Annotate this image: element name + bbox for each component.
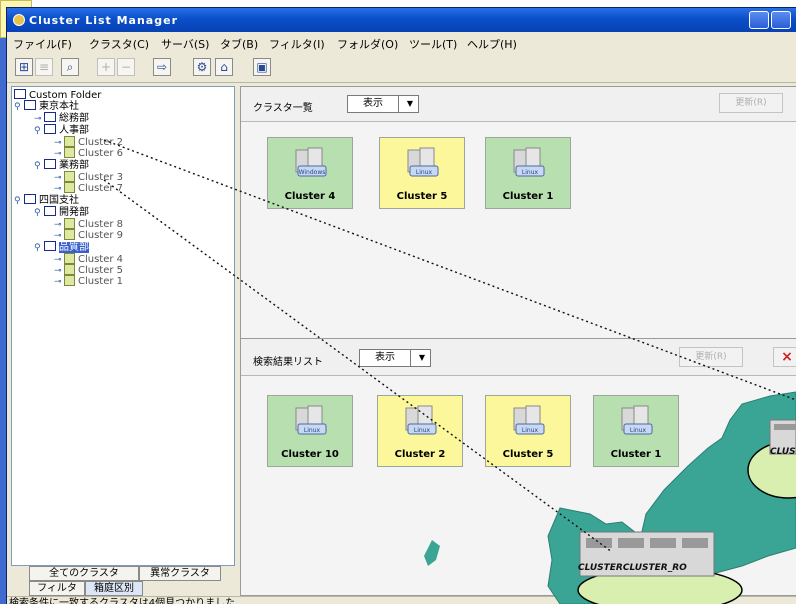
expand-icon: ⊸ (54, 277, 62, 287)
expand-icon: ⚲ (14, 196, 21, 206)
os-label: Linux (630, 427, 647, 434)
menu-tool[interactable]: ツール(T) (409, 36, 457, 52)
cluster-list-pane: クラスタ一覧 表示 ▼ 更新(R) Windows Cluster 4 Linu… (240, 86, 796, 340)
minimize-button[interactable] (749, 11, 769, 29)
export-icon[interactable]: ⇨ (153, 58, 171, 76)
app-icon (13, 14, 25, 26)
os-label: Linux (416, 169, 433, 176)
folder-icon (24, 100, 36, 110)
server-icon: Linux (405, 405, 437, 435)
connect-icon[interactable]: ⚙ (193, 58, 211, 76)
menu-server[interactable]: サーバ(S) (161, 36, 209, 52)
toolbar: ⊞ ≡ ⌕ + − ⇨ ⚙ ⌂ ▣ (7, 54, 796, 83)
cluster-icon (64, 264, 75, 275)
server-icon: Linux (621, 405, 653, 435)
folder-icon (44, 112, 56, 122)
cluster-icon (64, 182, 75, 193)
folder-icon (44, 159, 56, 169)
tab-filter[interactable]: フィルタ (29, 581, 85, 596)
tab-all-clusters[interactable]: 全てのクラスタ (29, 566, 139, 581)
server-icon: Windows (295, 147, 327, 177)
search-results-title: 検索結果リスト (253, 357, 323, 368)
chevron-down-icon: ▼ (418, 353, 426, 362)
add-node-icon[interactable]: + (97, 58, 115, 76)
cluster-list-display-dropdown[interactable]: 表示 ▼ (347, 95, 419, 113)
cluster-card-4[interactable]: Windows Cluster 4 (267, 137, 353, 209)
search-card-cluster-10[interactable]: Linux Cluster 10 (267, 395, 353, 467)
search-results-display-dropdown[interactable]: 表示 ▼ (359, 349, 431, 367)
cluster-icon (64, 147, 75, 158)
server-icon: Linux (407, 147, 439, 177)
menu-cluster[interactable]: クラスタ(C) (89, 36, 149, 52)
home-icon[interactable]: ⌂ (215, 58, 233, 76)
cluster-card-name: Cluster 1 (610, 449, 662, 460)
search-icon[interactable]: ⌕ (61, 58, 79, 76)
window-title: Cluster List Manager (29, 14, 178, 27)
search-card-cluster-1[interactable]: Linux Cluster 1 (593, 395, 679, 467)
os-label: Linux (414, 427, 431, 434)
os-label: Windows (299, 169, 326, 176)
chevron-down-icon: ▼ (406, 99, 414, 108)
folder-icon (14, 89, 26, 99)
cluster-list-update-button[interactable]: 更新(R) (719, 93, 783, 113)
folder-icon (44, 124, 56, 134)
search-results-pane: 検索結果リスト 表示 ▼ 更新(R) × Linux Cluster 10 Li… (240, 338, 796, 596)
menu-filter[interactable]: フィルタ(I) (269, 36, 325, 52)
menu-bar: ファイル(F) クラスタ(C) サーバ(S) タブ(B) フィルタ(I) フォル… (7, 32, 796, 54)
title-bar: Cluster List Manager (7, 8, 796, 32)
server-icon: Linux (295, 405, 327, 435)
tree-node-cluster-1[interactable]: ⊸ Cluster 1 (54, 275, 123, 288)
expand-icon: ⚲ (14, 102, 21, 112)
server-icon: Linux (513, 147, 545, 177)
os-label: Linux (522, 427, 539, 434)
menu-file[interactable]: ファイル(F) (13, 36, 72, 52)
list-view-icon[interactable]: ≡ (35, 58, 53, 76)
cluster-icon (64, 275, 75, 286)
close-icon[interactable]: × (773, 347, 796, 367)
folder-icon (44, 241, 56, 251)
search-results-header: 検索結果リスト 表示 ▼ 更新(R) × (241, 339, 796, 376)
cluster-list-header: クラスタ一覧 表示 ▼ 更新(R) (241, 87, 796, 122)
cluster-card-name: Cluster 2 (394, 449, 446, 460)
cluster-card-name: Cluster 10 (281, 449, 339, 460)
os-label: Linux (522, 169, 539, 176)
expand-icon: ⚲ (34, 243, 41, 253)
os-label: Linux (304, 427, 321, 434)
menu-help[interactable]: ヘルプ(H) (467, 36, 517, 52)
folder-tree: Custom Folder ⚲ 東京本社 ⊸ 総務部 ⚲ 人事部 ⊸ Cluster 2… (11, 86, 235, 566)
search-results-update-button[interactable]: 更新(R) (679, 347, 743, 367)
tab-category[interactable]: 箱庭区別 (85, 581, 143, 596)
search-card-cluster-2[interactable]: Linux Cluster 2 (377, 395, 463, 467)
search-card-cluster-5[interactable]: Linux Cluster 5 (485, 395, 571, 467)
cluster-list-title: クラスタ一覧 (253, 103, 313, 114)
maximize-button[interactable] (771, 11, 791, 29)
menu-folder[interactable]: フォルダ(O) (337, 36, 398, 52)
monitor-icon[interactable]: ▣ (253, 58, 271, 76)
cluster-icon (64, 253, 75, 264)
server-icon: Linux (513, 405, 545, 435)
cluster-card-name: Cluster 5 (502, 449, 554, 460)
tab-abnormal-clusters[interactable]: 異常クラスタ (139, 566, 221, 581)
expand-icon: ⚲ (34, 208, 41, 218)
app-window: Cluster List Manager ファイル(F) クラスタ(C) サーバ… (7, 8, 796, 604)
cluster-card-5[interactable]: Linux Cluster 5 (379, 137, 465, 209)
folder-icon (24, 194, 36, 204)
cluster-card-name: Cluster 5 (396, 191, 448, 202)
tree-view-icon[interactable]: ⊞ (15, 58, 33, 76)
cluster-icon (64, 229, 75, 240)
menu-tab[interactable]: タブ(B) (220, 36, 258, 52)
cluster-icon (64, 136, 75, 147)
cluster-icon (64, 218, 75, 229)
folder-icon (44, 206, 56, 216)
expand-icon: ⚲ (34, 126, 41, 136)
cluster-card-name: Cluster 4 (284, 191, 336, 202)
cluster-icon (64, 171, 75, 182)
expand-icon: ⚲ (34, 161, 41, 171)
cluster-card-1[interactable]: Linux Cluster 1 (485, 137, 571, 209)
status-bar: 検索条件に一致するクラスタは4個見つかりました (7, 596, 796, 604)
remove-node-icon[interactable]: − (117, 58, 135, 76)
cluster-card-name: Cluster 1 (502, 191, 554, 202)
